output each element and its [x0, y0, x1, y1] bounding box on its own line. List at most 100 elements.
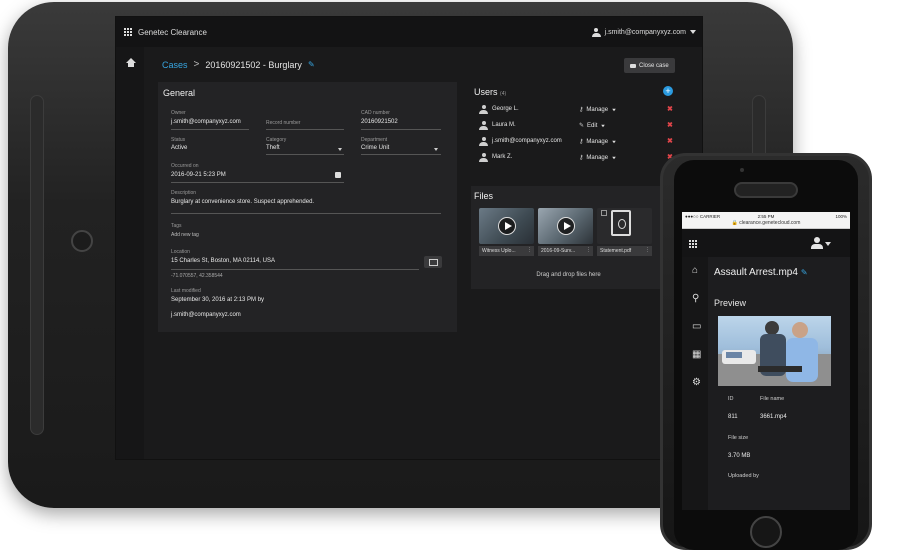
file-name-label[interactable]: Statement.pdf ⋮ — [597, 246, 652, 256]
tags-input[interactable]: Add new tag — [171, 232, 199, 238]
film-icon[interactable]: ▦ — [692, 349, 701, 360]
user-name: George L. — [492, 106, 519, 112]
last-modified-label: Last modified — [171, 288, 201, 294]
map-icon[interactable] — [424, 256, 442, 268]
user-row[interactable]: j.smith@companyxyz.com ⚷ Manage ✖ — [479, 135, 673, 149]
category-underline — [266, 154, 344, 155]
clock: 2:55 PM — [757, 213, 775, 219]
user-icon[interactable] — [811, 237, 823, 249]
more-vertical-icon[interactable]: ⋮ — [527, 247, 532, 253]
key-icon: ⚷ — [579, 107, 584, 113]
play-icon[interactable] — [557, 217, 575, 235]
close-case-label: Close case — [639, 62, 669, 69]
files-panel: Files Witness Uplo... ⋮ 2016-09-Surv... ⋮ … — [471, 186, 666, 289]
breadcrumb-cases-link[interactable]: Cases — [162, 60, 188, 70]
home-icon[interactable] — [126, 58, 136, 67]
phone-home-button[interactable] — [750, 516, 782, 548]
play-icon[interactable] — [498, 217, 516, 235]
owner-label: Owner — [171, 110, 186, 116]
general-panel: General Owner j.smith@companyxyz.com Rec… — [158, 82, 457, 332]
file-name-label[interactable]: Witness Uplo... ⋮ — [479, 246, 534, 256]
gear-icon[interactable]: ⚙ — [692, 377, 701, 388]
uploaded-by-label: Uploaded by — [728, 473, 759, 479]
chevron-down-icon[interactable] — [825, 242, 831, 246]
more-vertical-icon[interactable]: ⋮ — [586, 247, 591, 253]
user-row[interactable]: Mark Z. ⚷Manage ✖ — [479, 151, 673, 165]
user-row[interactable]: George L. ⚷ Manage ✖ — [479, 103, 673, 117]
user-menu[interactable]: j.smith@companyxyz.com — [591, 27, 696, 37]
file-thumbnail[interactable] — [479, 208, 534, 244]
home-icon[interactable]: ⌂ — [692, 265, 698, 276]
status-field[interactable]: Active — [171, 145, 187, 151]
user-name: j.smith@companyxyz.com — [492, 138, 562, 144]
department-select[interactable]: Crime Unit — [361, 145, 389, 151]
chevron-down-icon — [601, 124, 606, 127]
sidebar — [116, 47, 144, 459]
preview-heading: Preview — [714, 298, 747, 308]
tablet-bumper-left — [30, 95, 44, 435]
close-case-button[interactable]: Close case — [624, 58, 675, 73]
cad-number-label: CAD number — [361, 110, 390, 116]
preview-image[interactable] — [718, 316, 831, 386]
cad-number-field[interactable]: 20160921502 — [361, 119, 398, 125]
record-number-field[interactable] — [266, 129, 344, 130]
user-role-dropdown[interactable]: ⚷ Manage — [579, 154, 617, 161]
occurred-underline — [171, 182, 344, 183]
user-role-dropdown[interactable]: ✎ Edit — [579, 122, 606, 129]
description-label: Description — [171, 190, 197, 196]
category-chevron-down-icon — [338, 148, 342, 151]
last-modified-by: j.smith@companyxyz.com — [171, 312, 241, 318]
description-field[interactable]: Burglary at convenience store. Suspect a… — [171, 199, 314, 205]
owner-underline — [171, 129, 249, 130]
key-icon: ⚷ — [579, 155, 584, 161]
category-select[interactable]: Theft — [266, 145, 280, 151]
chevron-down-icon — [612, 156, 616, 159]
file-name-label[interactable]: 2016-09-Surv... ⋮ — [538, 246, 593, 256]
user-role-dropdown[interactable]: ⚷ Manage — [579, 106, 617, 113]
user-row[interactable]: Laura M. ✎ Edit ✖ — [479, 119, 673, 133]
file-select-checkbox[interactable] — [601, 210, 607, 216]
add-user-button[interactable]: + — [663, 86, 673, 96]
apps-grid-icon[interactable] — [689, 240, 697, 248]
preview-photo — [718, 321, 831, 386]
occurred-label: Occurred on — [171, 163, 199, 169]
calendar-icon[interactable] — [335, 172, 341, 178]
id-value: 811 — [728, 414, 738, 420]
id-label: ID — [728, 396, 734, 402]
folder-icon — [630, 63, 636, 68]
tags-label: Tags — [171, 223, 182, 229]
phone-speaker — [734, 182, 798, 198]
edit-title-pencil-icon[interactable]: ✎ — [801, 268, 808, 277]
file-name-value: 3661.mp4 — [760, 414, 787, 420]
remove-user-button[interactable]: ✖ — [667, 105, 673, 113]
more-vertical-icon[interactable]: ⋮ — [645, 247, 650, 253]
location-underline — [171, 269, 419, 270]
phone-sidebar: ⌂ ⚲ ▭ ▦ ⚙ — [682, 257, 708, 510]
brand[interactable]: Genetec Clearance — [124, 28, 207, 37]
file-thumbnail[interactable] — [538, 208, 593, 244]
remove-user-button[interactable]: ✖ — [667, 137, 673, 145]
folder-icon[interactable]: ▭ — [692, 321, 701, 332]
occurred-field[interactable]: 2016-09-21 5:23 PM — [171, 172, 226, 178]
edit-title-pencil-icon[interactable]: ✎ — [308, 60, 315, 69]
user-icon — [591, 27, 601, 37]
user-avatar-icon — [479, 121, 488, 130]
apps-grid-icon[interactable] — [124, 28, 132, 36]
department-label: Department — [361, 137, 388, 143]
remove-user-button[interactable]: ✖ — [667, 121, 673, 129]
owner-field[interactable]: j.smith@companyxyz.com — [171, 119, 241, 125]
tablet-screen: Genetec Clearance j.smith@companyxyz.com… — [115, 16, 703, 460]
drop-zone[interactable]: Drag and drop files here — [471, 272, 666, 278]
user-avatar-icon — [479, 105, 488, 114]
record-number-label: Record number — [266, 120, 301, 126]
tablet-home-button[interactable] — [71, 230, 93, 252]
search-icon[interactable]: ⚲ — [692, 293, 699, 304]
breadcrumb: Cases > 20160921502 - Burglary ✎ — [162, 59, 315, 70]
category-label: Category — [266, 137, 287, 143]
user-role-dropdown[interactable]: ⚷ Manage — [579, 138, 617, 145]
pdf-file-icon — [611, 210, 631, 236]
address-bar[interactable]: 🔒 clearance.genetecloud.com — [682, 220, 850, 229]
location-field[interactable]: 15 Charles St, Boston, MA 02114, USA — [171, 258, 275, 264]
users-heading: Users (4) — [474, 87, 507, 97]
chevron-down-icon — [612, 108, 616, 111]
